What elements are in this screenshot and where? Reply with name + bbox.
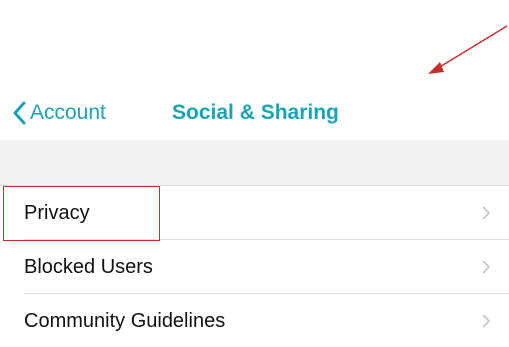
back-button[interactable]: Account (12, 98, 106, 128)
settings-screen: Account Social & Sharing Privacy Blocked… (0, 0, 509, 347)
list-item-label: Community Guidelines (24, 310, 226, 332)
list-item-privacy[interactable]: Privacy (0, 186, 509, 240)
list-item-blocked-users[interactable]: Blocked Users (0, 240, 509, 294)
chevron-right-icon (482, 260, 491, 279)
page-title: Social & Sharing (172, 101, 339, 124)
chevron-right-icon (482, 206, 491, 225)
navigation-bar: Account Social & Sharing (0, 88, 509, 140)
chevron-right-icon (482, 314, 491, 333)
back-button-label: Account (30, 101, 106, 124)
list-item-label: Privacy (24, 202, 90, 224)
section-header (0, 140, 509, 186)
settings-list: Privacy Blocked Users Community Guidelin… (0, 186, 509, 347)
chevron-left-icon (12, 101, 26, 125)
list-item-community-guidelines[interactable]: Community Guidelines (0, 294, 509, 347)
list-item-label: Blocked Users (24, 256, 153, 278)
